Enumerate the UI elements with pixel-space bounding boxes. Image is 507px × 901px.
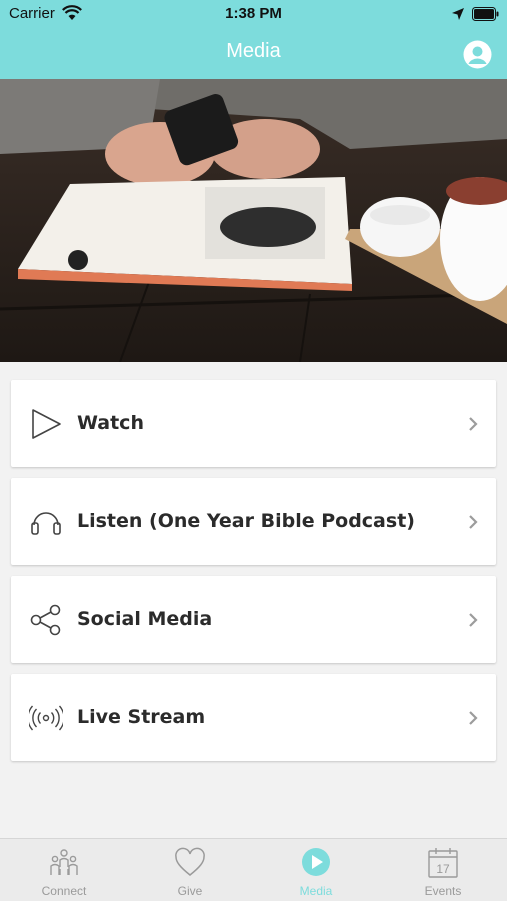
tab-label: Events	[424, 884, 462, 898]
menu-item-live-stream[interactable]: Live Stream	[11, 674, 496, 761]
tab-label: Connect	[41, 884, 87, 898]
battery-icon	[472, 7, 499, 21]
headphones-icon	[31, 512, 61, 535]
share-icon	[30, 604, 61, 636]
tab-connect[interactable]: Connect	[1, 839, 127, 901]
chevron-right-icon	[469, 515, 478, 529]
menu-item-label: Social Media	[77, 608, 213, 630]
menu-item-listen[interactable]: Listen (One Year Bible Podcast)	[11, 478, 496, 565]
people-icon	[50, 849, 78, 875]
menu-item-watch[interactable]: Watch	[11, 380, 496, 467]
menu-item-label: Live Stream	[77, 706, 206, 728]
tab-give[interactable]: Give	[127, 839, 253, 901]
calendar-icon: 17	[428, 848, 458, 878]
status-time: 1:38 PM	[225, 5, 282, 22]
app-header: Carrier 1:38 PM Media	[0, 0, 507, 79]
chevron-right-icon	[469, 711, 478, 725]
hero-photo	[0, 79, 507, 362]
profile-icon[interactable]	[463, 40, 492, 69]
menu-item-label: Watch	[77, 412, 144, 434]
tab-media[interactable]: Media	[253, 839, 379, 901]
broadcast-icon	[29, 705, 63, 731]
hero-image	[0, 79, 507, 362]
play-circle-icon	[302, 848, 330, 876]
page-title: Media	[226, 40, 281, 62]
calendar-day: 17	[436, 862, 450, 876]
menu-item-social-media[interactable]: Social Media	[11, 576, 496, 663]
menu-item-label: Listen (One Year Bible Podcast)	[77, 510, 415, 532]
tab-label: Give	[177, 884, 203, 898]
tab-events[interactable]: 17 Events	[380, 839, 506, 901]
status-bar: Carrier 1:38 PM	[0, 0, 507, 28]
play-icon	[32, 409, 61, 439]
tab-bar: Connect Give Media 17 Events	[0, 838, 507, 901]
location-arrow-icon	[452, 8, 464, 20]
heart-icon	[175, 847, 205, 876]
tab-label: Media	[299, 884, 333, 898]
chevron-right-icon	[469, 417, 478, 431]
chevron-right-icon	[469, 613, 478, 627]
